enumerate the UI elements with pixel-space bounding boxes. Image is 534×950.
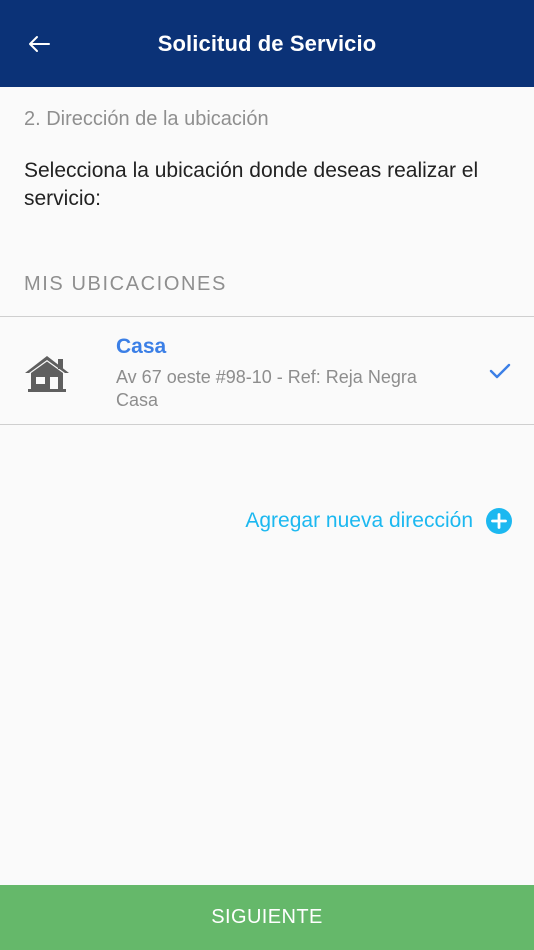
section-label-my-locations: MIS UBICACIONES bbox=[24, 273, 227, 295]
instruction-text: Selecciona la ubicación donde deseas rea… bbox=[24, 159, 479, 210]
step-title: 2. Dirección de la ubicación bbox=[24, 108, 269, 130]
location-address: Av 67 oeste #98-10 - Ref: Reja Negra Cas… bbox=[116, 367, 417, 410]
back-button[interactable] bbox=[14, 24, 64, 64]
next-button[interactable]: SIGUIENTE bbox=[0, 885, 534, 950]
arrow-left-icon bbox=[29, 36, 50, 52]
add-address-label: Agregar nueva dirección bbox=[245, 509, 473, 532]
service-request-screen: Solicitud de Servicio 2. Dirección de la… bbox=[0, 0, 534, 950]
plus-circle-icon bbox=[486, 508, 512, 534]
location-name: Casa bbox=[116, 335, 167, 358]
add-address-button[interactable]: Agregar nueva dirección bbox=[245, 508, 512, 534]
app-header: Solicitud de Servicio bbox=[0, 0, 534, 87]
page-title: Solicitud de Servicio bbox=[157, 30, 377, 56]
check-icon bbox=[489, 363, 511, 379]
location-item-casa[interactable]: Casa Av 67 oeste #98-10 - Ref: Reja Negr… bbox=[0, 316, 534, 425]
home-icon bbox=[25, 356, 69, 392]
